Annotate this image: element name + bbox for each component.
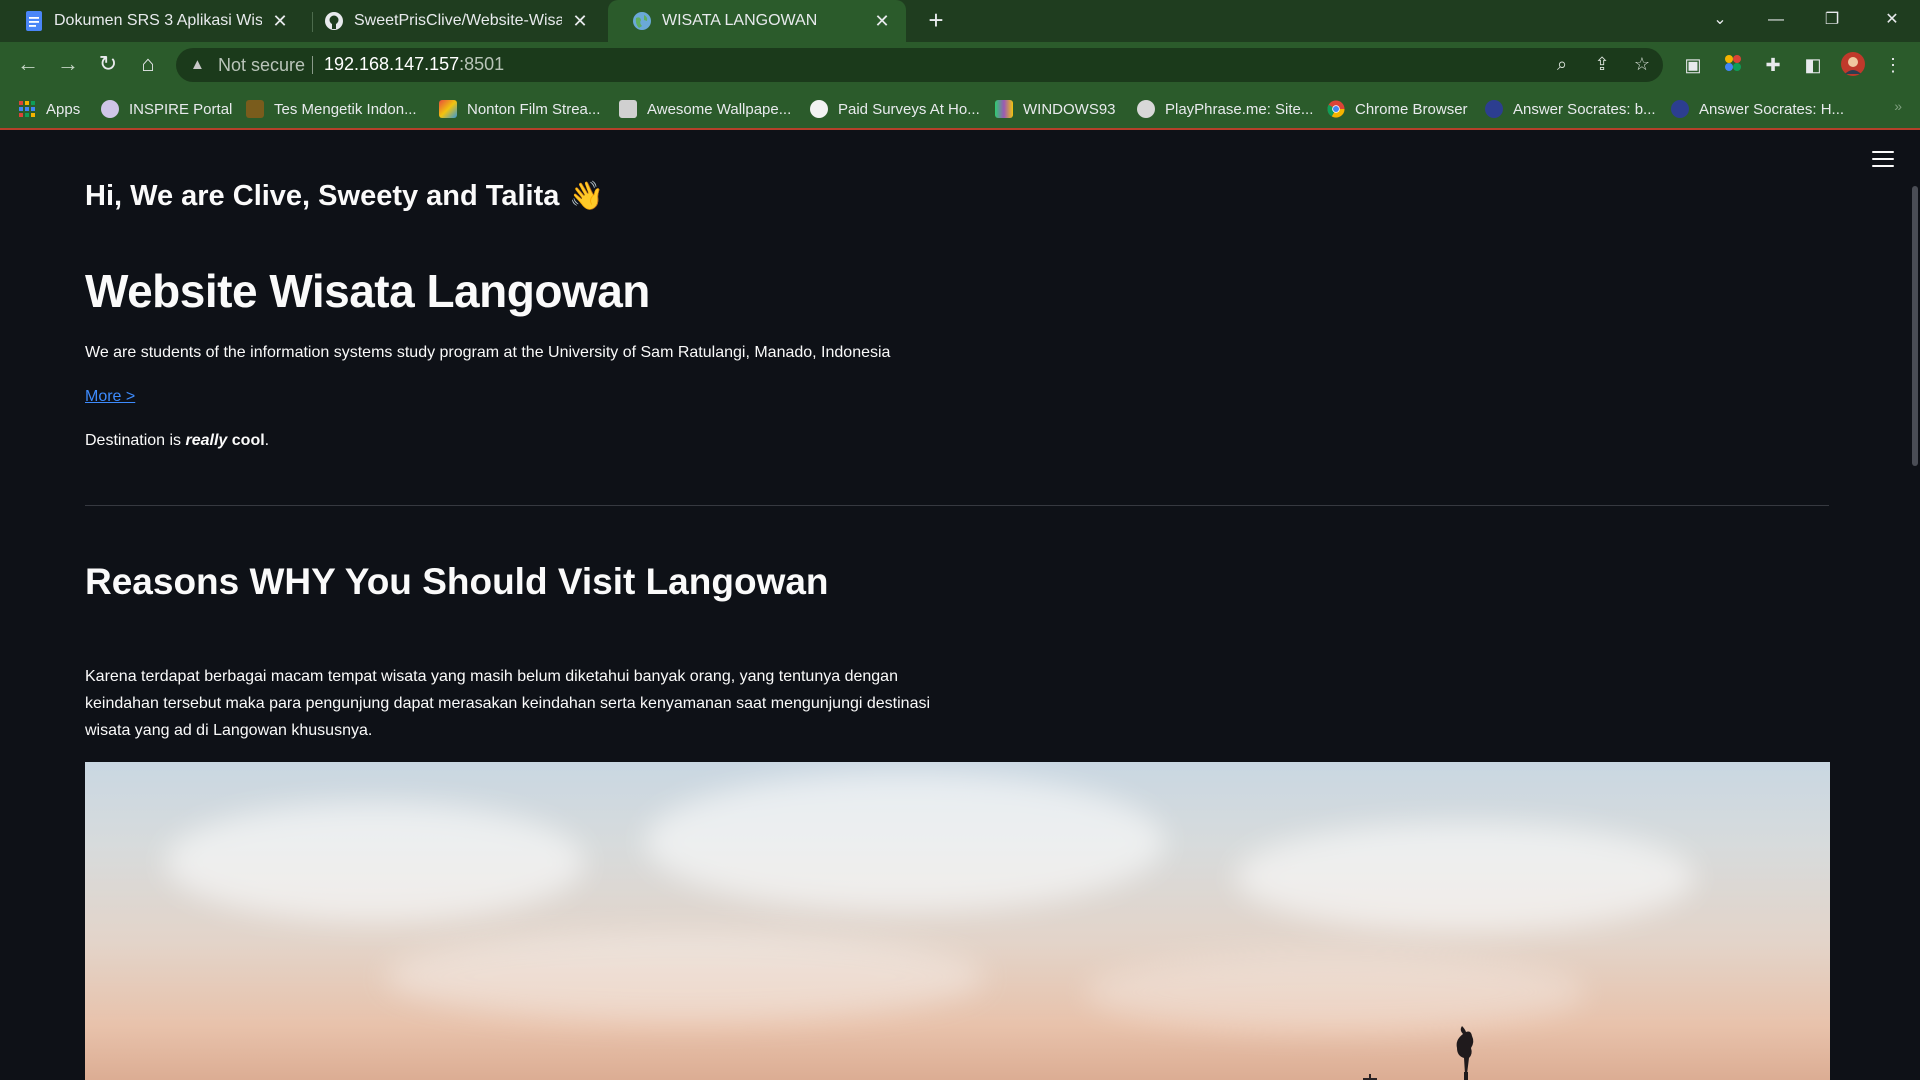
film-icon	[439, 100, 457, 118]
cloud	[645, 772, 1165, 912]
greeting-heading: Hi, We are Clive, Sweety and Talita 👋	[85, 179, 604, 213]
bookmark-chrome-browser[interactable]: Chrome Browser	[1327, 96, 1468, 122]
tab-dokumen-srs[interactable]: Dokumen SRS 3 Aplikasi Wisata ✕	[0, 0, 304, 42]
bookmark-answer-socrates-2[interactable]: Answer Socrates: H...	[1671, 96, 1844, 122]
windows93-icon	[995, 100, 1013, 118]
docs-icon	[24, 11, 44, 31]
tab-title: Dokumen SRS 3 Aplikasi Wisata	[54, 12, 262, 29]
restore-button[interactable]: ❐	[1804, 0, 1860, 42]
waving-hand-icon: 👋	[569, 180, 605, 211]
extension-icon[interactable]: ▣	[1680, 52, 1706, 78]
bookmark-label: Answer Socrates: b...	[1513, 100, 1656, 118]
close-tab-icon[interactable]: ✕	[570, 11, 590, 32]
bookmark-playphrase[interactable]: PlayPhrase.me: Site...	[1137, 96, 1313, 122]
forward-icon[interactable]: →	[52, 49, 84, 81]
cloud	[1085, 952, 1585, 1032]
divider	[312, 56, 313, 74]
chevron-double-right-icon[interactable]: »	[1894, 98, 1902, 114]
apps-grid-icon	[18, 100, 36, 118]
bookmark-nonton-film[interactable]: Nonton Film Strea...	[439, 96, 600, 122]
bookmark-tes-mengetik[interactable]: Tes Mengetik Indon...	[246, 96, 417, 122]
tab-github[interactable]: SweetPrisClive/Website-Wisata-L ✕	[300, 0, 604, 42]
share-icon[interactable]: ⇪	[1590, 54, 1614, 75]
new-tab-button[interactable]: +	[921, 6, 951, 36]
destination-text: Destination is really cool.	[85, 432, 269, 450]
url-host: 192.168.147.157	[324, 54, 460, 74]
warning-icon[interactable]: ▲	[190, 56, 208, 74]
cloud	[385, 932, 985, 1022]
close-window-button[interactable]: ✕	[1864, 0, 1920, 42]
scrollbar[interactable]	[1912, 186, 1918, 466]
rooster-statue-icon	[1456, 1026, 1474, 1080]
minimize-button[interactable]: —	[1748, 0, 1804, 42]
cloud	[165, 802, 585, 922]
bookmark-star-icon[interactable]: ☆	[1630, 54, 1654, 75]
page-viewport: Hi, We are Clive, Sweety and Talita 👋 Web…	[0, 131, 1920, 1080]
more-link[interactable]: More >	[85, 388, 135, 406]
bookmark-label: Awesome Wallpape...	[647, 100, 792, 118]
bookmark-awesome-wallpaper[interactable]: Awesome Wallpape...	[619, 96, 791, 122]
socrates-icon	[1485, 100, 1503, 118]
destination-suffix: .	[264, 432, 270, 449]
wallpaper-icon	[619, 100, 637, 118]
bookmark-answer-socrates-1[interactable]: Answer Socrates: b...	[1485, 96, 1656, 122]
page-title: Website Wisata Langowan	[85, 265, 650, 317]
intro-text: We are students of the information syste…	[85, 344, 891, 361]
antenna-icon	[1363, 1074, 1377, 1080]
tab-search-icon[interactable]: ⌄	[1692, 0, 1748, 42]
hero-image	[85, 762, 1830, 1080]
address-bar[interactable]: ▲ Not secure 192.168.147.157:8501 ⌕ ⇪ ☆	[176, 48, 1663, 82]
bookmark-label: Nonton Film Strea...	[467, 100, 601, 118]
greeting-text: Hi, We are Clive, Sweety and Talita	[85, 180, 560, 212]
bookmark-label: Paid Surveys At Ho...	[838, 100, 980, 118]
bookmark-label: PlayPhrase.me: Site...	[1165, 100, 1314, 118]
typing-icon	[246, 100, 264, 118]
destination-strong: cool	[231, 432, 265, 449]
tab-wisata-langowan[interactable]: WISATA LANGOWAN ✕	[608, 0, 906, 42]
bookmark-label: Tes Mengetik Indon...	[274, 100, 417, 118]
globe-icon	[632, 11, 652, 31]
url-text[interactable]: 192.168.147.157:8501	[324, 54, 504, 75]
security-label[interactable]: Not secure	[218, 55, 305, 76]
side-panel-icon[interactable]: ◧	[1800, 52, 1826, 78]
inspire-icon	[101, 100, 119, 118]
chrome-icon	[1327, 100, 1345, 118]
avatar[interactable]	[1840, 52, 1866, 78]
section-title: Reasons WHY You Should Visit Langowan	[85, 561, 829, 602]
bookmark-paid-surveys[interactable]: Paid Surveys At Ho...	[810, 96, 980, 122]
bookmark-label: Answer Socrates: H...	[1699, 100, 1845, 118]
url-port: :8501	[459, 54, 505, 74]
bookmark-label: Apps	[46, 100, 81, 118]
reload-icon[interactable]: ↻	[92, 49, 124, 81]
section-text: Karena terdapat berbagai macam tempat wi…	[85, 668, 931, 739]
bookmarks-bar: Apps INSPIRE Portal Tes Mengetik Indon..…	[0, 88, 1920, 130]
back-icon[interactable]: ←	[12, 49, 44, 81]
puzzle-icon[interactable]: ✚	[1760, 52, 1786, 78]
play-icon	[1137, 100, 1155, 118]
bookmark-label: INSPIRE Portal	[129, 100, 233, 118]
socrates-icon	[1671, 100, 1689, 118]
tab-title: SweetPrisClive/Website-Wisata-L	[354, 12, 562, 29]
bookmark-label: Chrome Browser	[1355, 100, 1468, 118]
close-tab-icon[interactable]: ✕	[270, 11, 290, 32]
survey-icon	[810, 100, 828, 118]
bookmark-label: WINDOWS93	[1023, 100, 1116, 118]
divider	[85, 505, 1829, 506]
destination-emphasis: really	[185, 432, 228, 449]
cloud	[1235, 822, 1695, 932]
zoom-icon[interactable]: ⌕	[1550, 54, 1574, 75]
extension-dots-icon[interactable]	[1720, 52, 1746, 78]
main-menu-icon[interactable]	[1872, 151, 1894, 169]
tab-title: WISATA LANGOWAN	[662, 12, 818, 29]
github-icon	[324, 11, 344, 31]
bookmark-inspire[interactable]: INSPIRE Portal	[101, 96, 232, 122]
destination-prefix: Destination is	[85, 432, 186, 449]
browser-toolbar: ← → ↻ ⌂ ▲ Not secure 192.168.147.157:850…	[0, 42, 1920, 88]
home-icon[interactable]: ⌂	[132, 49, 164, 81]
tab-strip: Dokumen SRS 3 Aplikasi Wisata ✕ SweetPri…	[0, 0, 1920, 42]
bookmark-windows93[interactable]: WINDOWS93	[995, 96, 1116, 122]
bookmark-apps[interactable]: Apps	[18, 96, 80, 122]
menu-kebab-icon[interactable]: ⋮	[1880, 52, 1906, 78]
close-tab-icon[interactable]: ✕	[872, 11, 892, 32]
